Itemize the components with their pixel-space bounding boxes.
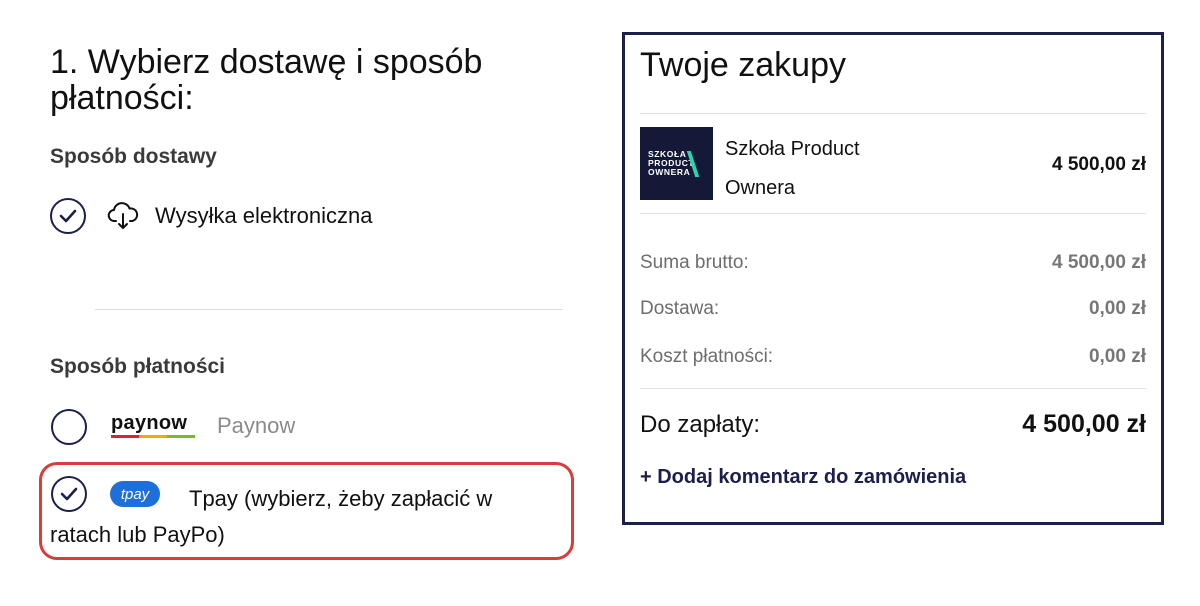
paynow-logo-text: paynow [111,412,188,434]
delivery-option-electronic[interactable]: Wysyłka elektroniczna [50,198,372,234]
product-thumbnail: SZKOŁA PRODUCT OWNERA [640,127,713,200]
add-comment-link[interactable]: + Dodaj komentarz do zamówienia [640,466,966,489]
paynow-logo-stripes [111,435,195,438]
payment-fee-label: Koszt płatności: [640,346,774,367]
total-label: Do zapłaty: [640,411,761,438]
divider [640,113,1146,114]
payment-heading: Sposób płatności [50,355,226,378]
paynow-logo: paynow [111,412,195,438]
divider [640,388,1146,389]
section-title: 1. Wybierz dostawę i sposób płatności: [50,43,483,117]
shipping-value: 0,00 zł [1088,298,1146,319]
payment-option-paynow[interactable]: paynow Paynow [50,408,350,446]
cloud-download-icon [107,201,139,231]
subtotal-label: Suma brutto: [640,252,749,273]
delivery-heading: Sposób dostawy [50,145,217,168]
divider [640,213,1146,214]
cart-title: Twoje zakupy [640,46,846,84]
product-name: Szkoła Product Ownera [725,138,860,199]
divider [95,309,563,310]
paynow-label: Paynow [217,413,296,438]
product-price: 4 500,00 zł [1051,154,1146,175]
payment-fee-value: 0,00 zł [1088,346,1146,367]
delivery-option-label: Wysyłka elektroniczna [155,203,373,228]
radio-unchecked[interactable] [51,409,87,445]
order-summary-card [622,32,1164,525]
checkmark-icon[interactable] [50,198,86,234]
subtotal-value: 4 500,00 zł [1051,252,1146,273]
tpay-label: Tpay (wybierz, żeby zapłacić w ratach lu… [50,486,493,547]
total-value: 4 500,00 zł [1022,410,1146,438]
shipping-label: Dostawa: [640,298,720,319]
